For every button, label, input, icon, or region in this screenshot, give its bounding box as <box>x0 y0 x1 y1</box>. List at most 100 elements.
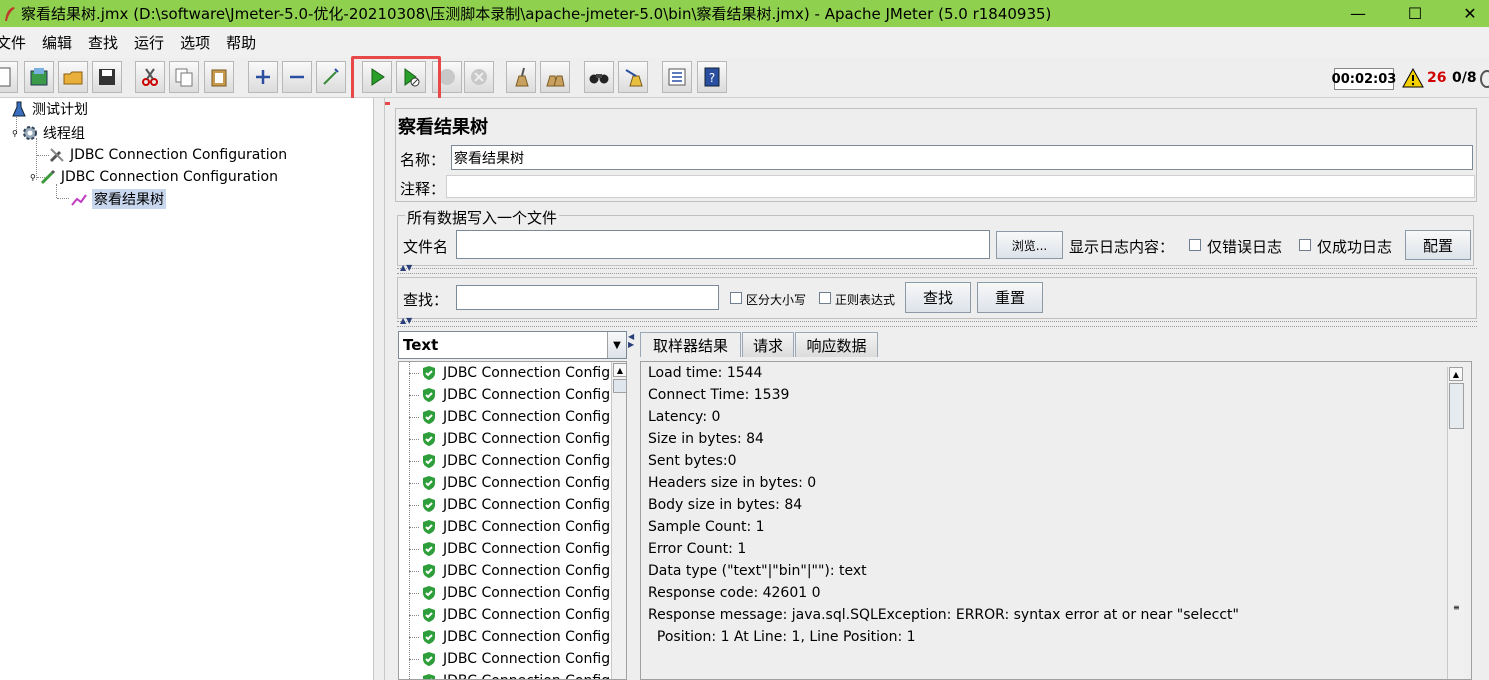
list-item[interactable]: JDBC Connection Configu <box>409 472 619 494</box>
remote-status-icon <box>1480 70 1489 88</box>
list-item[interactable]: JDBC Connection Configu <box>409 560 619 582</box>
pencil-icon <box>40 169 55 185</box>
list-item[interactable]: JDBC Connection Configu <box>409 516 619 538</box>
minus-icon <box>290 75 304 79</box>
shutdown-button[interactable] <box>464 61 494 93</box>
close-button[interactable]: ✕ <box>1447 0 1489 27</box>
search-input[interactable] <box>456 285 719 310</box>
renderer-select[interactable]: Text ▼ <box>398 331 627 359</box>
templates-button[interactable] <box>24 61 54 93</box>
tree-item-jdbc-config-2[interactable]: ⚲ JDBC Connection Configuration <box>30 166 278 188</box>
save-button[interactable] <box>92 61 122 93</box>
splitter-divider-1[interactable] <box>397 268 1477 274</box>
list-item[interactable]: JDBC Connection Configu <box>409 450 619 472</box>
tab-sampler-result[interactable]: 取样器结果 <box>640 332 741 357</box>
menu-run[interactable]: 运行 <box>134 32 172 53</box>
detail-scrollbar[interactable]: ▲ ≡ <box>1447 367 1464 679</box>
main-splitter[interactable] <box>373 98 385 680</box>
copy-button[interactable] <box>169 61 199 93</box>
case-sensitive-checkbox[interactable] <box>730 292 742 304</box>
comment-input[interactable] <box>446 175 1475 198</box>
reset-search-button[interactable] <box>618 61 648 93</box>
list-item[interactable]: JDBC Connection Configu <box>409 538 619 560</box>
split-arrows-icon[interactable]: ◀ ▶ <box>628 333 636 349</box>
clear-button[interactable] <box>506 61 536 93</box>
success-shield-icon <box>423 608 435 622</box>
filename-input[interactable] <box>456 230 990 259</box>
menu-edit[interactable]: 编辑 <box>42 32 80 53</box>
success-shield-icon <box>423 630 435 644</box>
success-shield-icon <box>423 520 435 534</box>
binoculars-icon <box>589 74 609 84</box>
tree-connector <box>409 394 419 396</box>
tree-item-label: 线程组 <box>42 126 85 142</box>
tree-item-test-plan[interactable]: 测试计划 <box>10 98 88 120</box>
paste-button[interactable] <box>204 61 234 93</box>
reset-button[interactable]: 重置 <box>977 282 1043 313</box>
help-button[interactable]: ? <box>697 61 727 93</box>
sampler-result-text[interactable]: Load time: 1544 Connect Time: 1539 Latency… <box>640 361 1472 680</box>
success-shield-icon <box>423 542 435 556</box>
list-item[interactable]: JDBC Connection Configu <box>409 582 619 604</box>
gear-icon <box>22 126 37 140</box>
scroll-thumb[interactable] <box>1449 383 1464 429</box>
list-item[interactable]: JDBC Connection Configu <box>409 494 619 516</box>
tree-item-view-results-tree[interactable]: 察看结果树 <box>70 188 166 210</box>
results-list[interactable]: JDBC Connection Configu JDBC Connection C… <box>398 361 627 680</box>
new-button[interactable] <box>0 61 18 93</box>
configure-button[interactable]: 配置 <box>1405 230 1471 260</box>
find-button[interactable]: 查找 <box>905 282 971 313</box>
warning-icon[interactable] <box>1402 68 1424 88</box>
detail-line: Data type ("text"|"bin"|""): text <box>648 563 867 579</box>
collapse-all-button[interactable] <box>282 61 312 93</box>
menu-help[interactable]: 帮助 <box>226 32 264 53</box>
browse-button[interactable]: 浏览... <box>996 231 1063 259</box>
templates-icon <box>30 68 48 86</box>
renderer-value: Text <box>403 336 439 354</box>
menu-options[interactable]: 选项 <box>180 32 218 53</box>
collapse-arrows-icon[interactable]: ▲▼ <box>400 317 412 325</box>
expand-toggle-icon[interactable]: ⚲ <box>30 173 36 182</box>
expand-toggle-icon[interactable]: ⚲ <box>12 129 18 138</box>
broom-reset-icon <box>625 69 643 87</box>
list-item[interactable]: JDBC Connection Configu <box>409 604 619 626</box>
minimize-button[interactable]: — <box>1335 0 1381 27</box>
search-button[interactable] <box>584 61 614 93</box>
list-item[interactable]: JDBC Connection Configu <box>409 362 619 384</box>
list-scrollbar[interactable]: ▲ <box>611 362 626 679</box>
page-title: 察看结果树 <box>398 117 488 138</box>
tree-connector <box>409 658 419 660</box>
errors-only-checkbox[interactable] <box>1189 239 1201 251</box>
chevron-down-icon[interactable]: ▼ <box>607 332 626 358</box>
list-item[interactable]: JDBC Connection Configu <box>409 670 619 679</box>
list-item[interactable]: JDBC Connection Configu <box>409 626 619 648</box>
menu-file[interactable]: 文件 <box>0 32 34 53</box>
open-button[interactable] <box>58 61 88 93</box>
list-item[interactable]: JDBC Connection Configu <box>409 406 619 428</box>
collapse-arrows-icon[interactable]: ▲▼ <box>400 264 412 272</box>
success-only-checkbox[interactable] <box>1299 239 1311 251</box>
broom-icon <box>515 67 529 87</box>
name-input[interactable]: 察看结果树 <box>451 145 1473 170</box>
regex-checkbox[interactable] <box>819 292 831 304</box>
menu-search[interactable]: 查找 <box>88 32 126 53</box>
tree-item-jdbc-config-1[interactable]: JDBC Connection Configuration <box>48 144 287 166</box>
list-item[interactable]: JDBC Connection Configu <box>409 648 619 670</box>
expand-all-button[interactable] <box>248 61 278 93</box>
tab-response-data[interactable]: 响应数据 <box>795 332 878 357</box>
scroll-up-icon[interactable]: ▲ <box>613 363 626 377</box>
function-helper-button[interactable] <box>662 61 692 93</box>
tree-connector <box>409 592 419 594</box>
list-item[interactable]: JDBC Connection Configu <box>409 384 619 406</box>
clear-all-button[interactable] <box>540 61 570 93</box>
tab-request[interactable]: 请求 <box>742 332 794 357</box>
cut-button[interactable] <box>135 61 165 93</box>
scroll-thumb[interactable] <box>613 379 626 393</box>
splitter-divider-2[interactable] <box>397 321 1477 327</box>
tree-item-thread-group[interactable]: ⚲ 线程组 <box>12 122 85 144</box>
scroll-up-icon[interactable]: ▲ <box>1449 367 1463 381</box>
toggle-button[interactable] <box>316 61 346 93</box>
svg-text:?: ? <box>709 71 715 85</box>
maximize-button[interactable]: ☐ <box>1392 0 1438 27</box>
list-item[interactable]: JDBC Connection Configu <box>409 428 619 450</box>
